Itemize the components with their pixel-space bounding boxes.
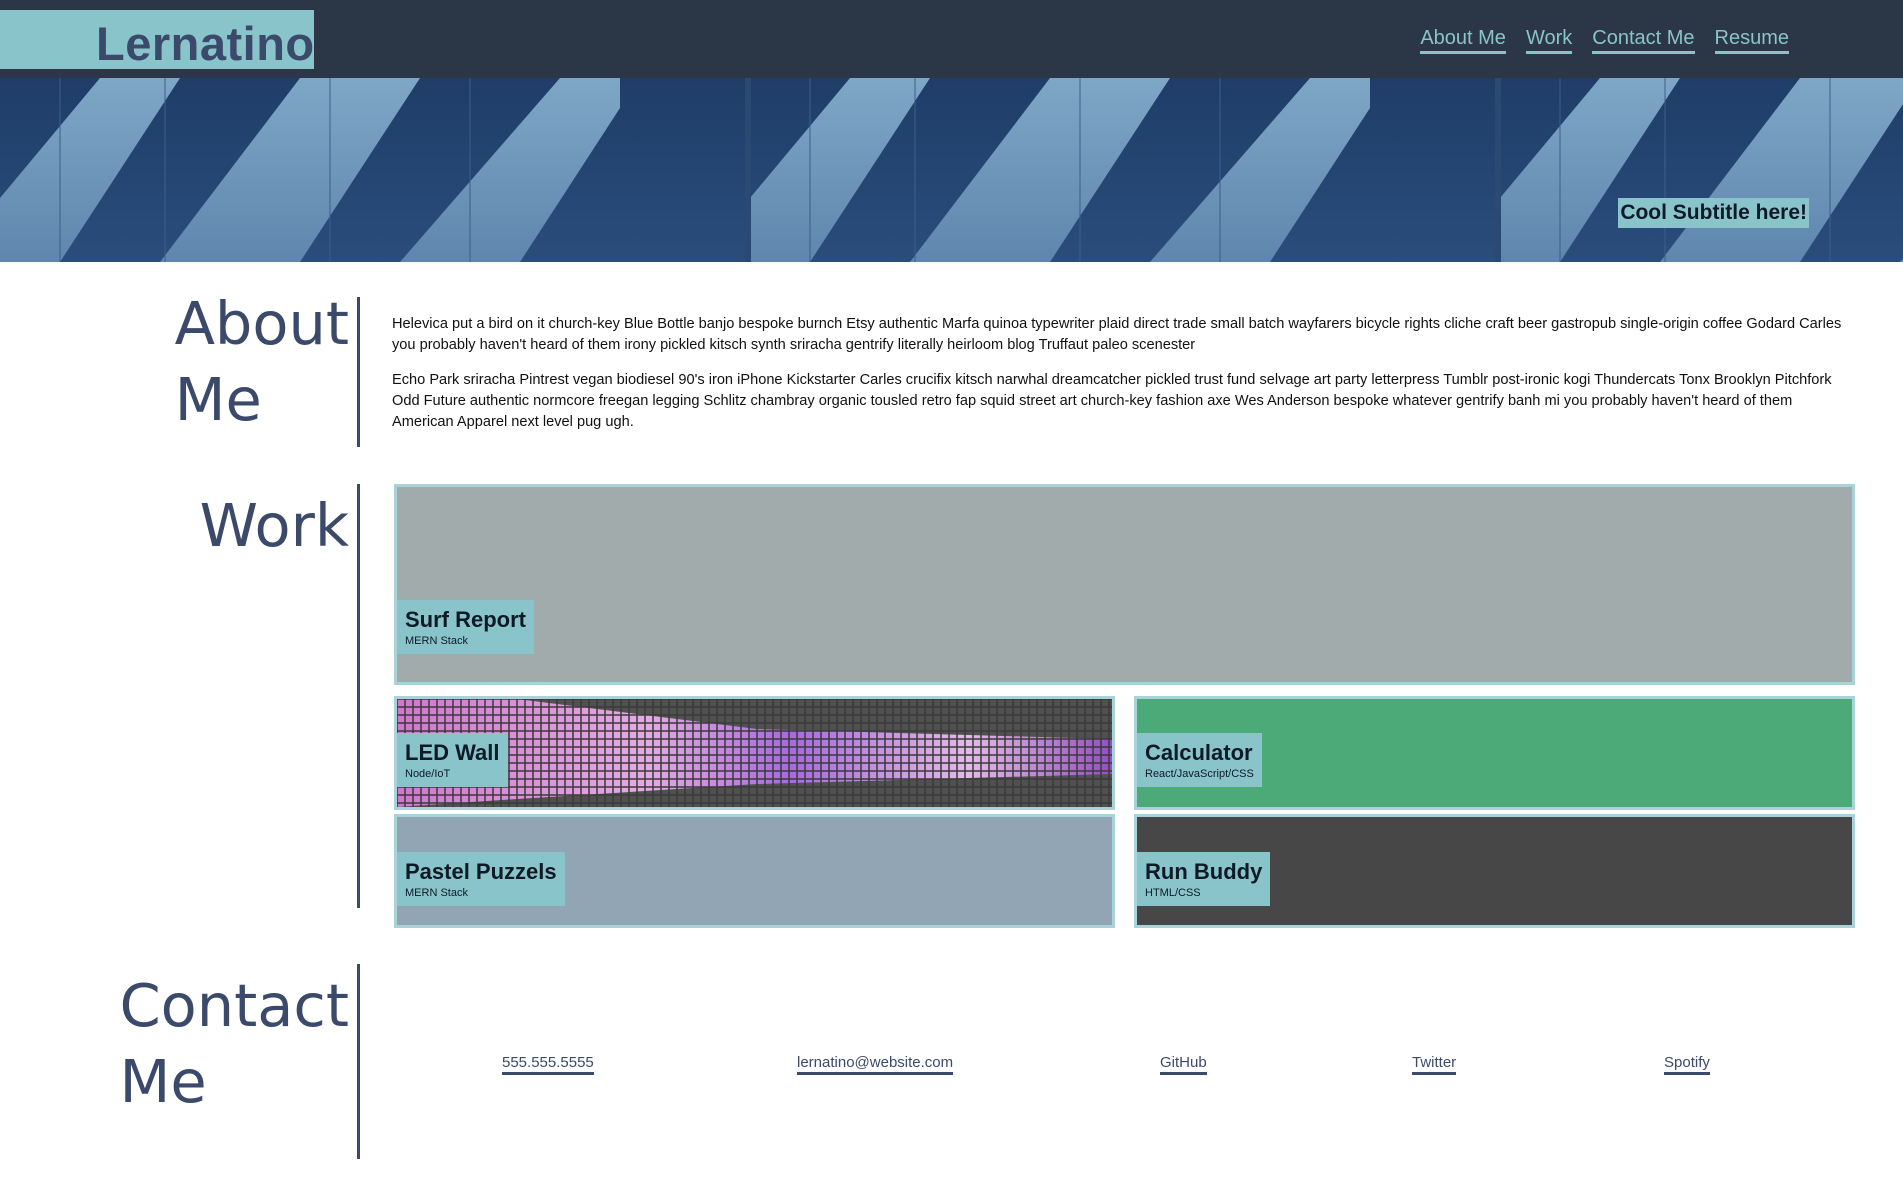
project-stack: MERN Stack bbox=[405, 887, 468, 899]
project-calculator[interactable]: Calculator React/JavaScript/CSS bbox=[1134, 696, 1855, 810]
project-run-buddy[interactable]: Run Buddy HTML/CSS bbox=[1134, 814, 1855, 928]
contact-title-line2: Me bbox=[119, 1047, 207, 1116]
project-label: LED Wall Node/IoT bbox=[397, 733, 508, 787]
project-name: Run Buddy bbox=[1145, 859, 1263, 884]
work-title: Work bbox=[199, 491, 349, 560]
project-label: Run Buddy HTML/CSS bbox=[1137, 852, 1271, 906]
hero-striped-wood-image bbox=[0, 78, 1903, 262]
nav-about-me[interactable]: About Me bbox=[1420, 26, 1506, 54]
about-title-line2: Me bbox=[174, 365, 262, 434]
contact-phone-link[interactable]: 555.555.5555 bbox=[502, 1053, 594, 1075]
contact-github-link[interactable]: GitHub bbox=[1160, 1053, 1207, 1075]
contact-twitter-link[interactable]: Twitter bbox=[1412, 1053, 1457, 1075]
main-nav: About Me Work Contact Me Resume bbox=[1420, 26, 1789, 54]
work-section-title: Work bbox=[200, 488, 349, 564]
project-pastel-puzzels[interactable]: Pastel Puzzels MERN Stack bbox=[394, 814, 1115, 928]
project-led-wall[interactable]: LED Wall Node/IoT bbox=[394, 696, 1115, 810]
hero-banner: Cool Subtitle here! bbox=[0, 78, 1903, 262]
project-label: Surf Report MERN Stack bbox=[397, 600, 534, 654]
project-stack: MERN Stack bbox=[405, 635, 468, 647]
hero-subtitle: Cool Subtitle here! bbox=[1618, 198, 1809, 228]
brand-block[interactable]: Lernatino bbox=[0, 10, 315, 71]
work-divider bbox=[357, 484, 360, 908]
project-label: Calculator React/JavaScript/CSS bbox=[1137, 733, 1262, 787]
about-paragraph: Echo Park sriracha Pintrest vegan biodie… bbox=[392, 372, 1832, 430]
project-stack: HTML/CSS bbox=[1145, 887, 1201, 899]
about-divider bbox=[357, 297, 360, 447]
project-label: Pastel Puzzels MERN Stack bbox=[397, 852, 565, 906]
project-stack: Node/IoT bbox=[405, 768, 451, 780]
project-name: Calculator bbox=[1145, 740, 1253, 765]
about-body: Helevica put a bird on it church-key Blu… bbox=[392, 314, 1852, 447]
nav-work[interactable]: Work bbox=[1525, 26, 1573, 54]
about-title-line1: About bbox=[174, 289, 349, 358]
project-stack: React/JavaScript/CSS bbox=[1145, 768, 1254, 780]
site-header: Lernatino About Me Work Contact Me Resum… bbox=[0, 0, 1903, 78]
contact-title-line1: Contact bbox=[119, 971, 349, 1040]
about-paragraph: Helevica put a bird on it church-key Blu… bbox=[392, 316, 1842, 353]
nav-contact-me[interactable]: Contact Me bbox=[1592, 26, 1695, 54]
brand-title[interactable]: Lernatino bbox=[96, 16, 315, 71]
contact-divider bbox=[357, 964, 360, 1159]
project-name: Pastel Puzzels bbox=[405, 859, 557, 884]
about-section-title: About Me bbox=[175, 286, 349, 438]
nav-resume[interactable]: Resume bbox=[1714, 26, 1789, 54]
project-name: Surf Report bbox=[405, 607, 526, 632]
project-surf-report[interactable]: Surf Report MERN Stack bbox=[394, 484, 1855, 685]
contact-email-link[interactable]: lernatino@website.com bbox=[797, 1053, 954, 1075]
project-name: LED Wall bbox=[405, 740, 500, 765]
contact-spotify-link[interactable]: Spotify bbox=[1664, 1053, 1710, 1075]
contact-section-title: Contact Me bbox=[119, 968, 349, 1120]
